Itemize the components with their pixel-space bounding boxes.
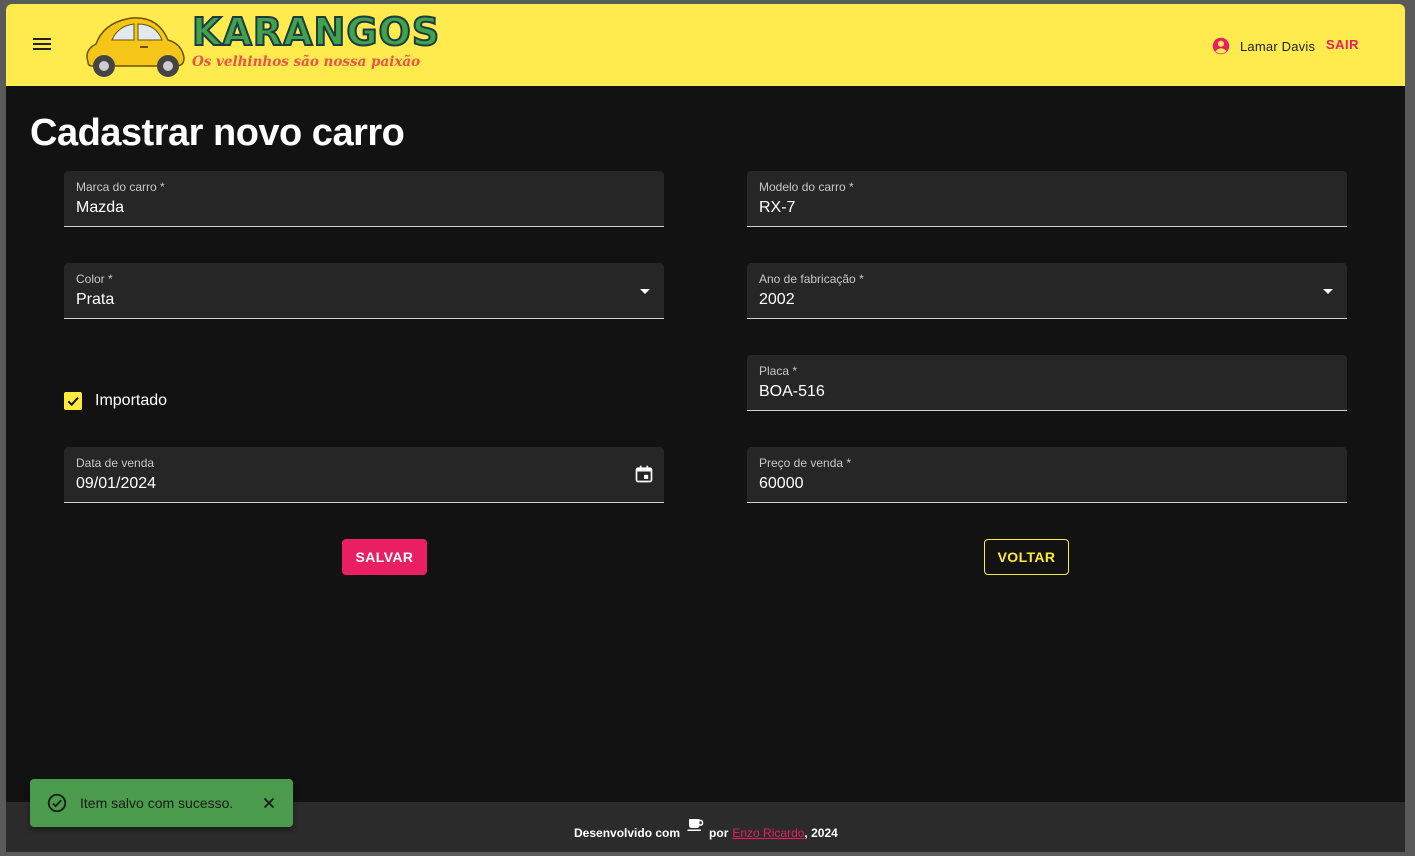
imported-checkbox[interactable]: Importado — [64, 392, 167, 410]
sale-date-label: Data de venda — [76, 456, 155, 470]
brand-subtitle: Os velhinhos são nossa paixão — [192, 54, 421, 70]
brand-title: KARANGOS — [191, 9, 441, 55]
footer-suffix: , 2024 — [804, 826, 838, 840]
year-select[interactable]: Ano de fabricação * 2002 — [747, 263, 1347, 319]
brand-logo[interactable]: KARANGOS Os velhinhos são nossa paixão — [82, 8, 440, 82]
arrow-drop-down-icon — [1323, 289, 1333, 294]
color-select[interactable]: Color * Prata — [64, 263, 664, 319]
logout-button[interactable]: SAIR — [1326, 36, 1359, 54]
check-icon — [67, 396, 79, 407]
car-logo — [86, 17, 185, 77]
plate-value: BOA-516 — [759, 383, 825, 400]
plate-field[interactable]: Placa * BOA-516 — [747, 355, 1347, 411]
year-value: 2002 — [759, 291, 795, 308]
success-snackbar: Item salvo com sucesso. — [30, 779, 293, 827]
author-link[interactable]: Enzo Ricardo — [732, 826, 804, 840]
account-circle-icon — [1212, 37, 1230, 55]
price-label: Preço de venda * — [759, 456, 852, 470]
price-field[interactable]: Preço de venda * 60000 — [747, 447, 1347, 503]
brand-field[interactable]: Marca do carro * Mazda — [64, 171, 664, 227]
close-icon[interactable] — [260, 794, 278, 812]
color-value: Prata — [76, 291, 115, 308]
year-label: Ano de fabricação * — [759, 272, 864, 286]
brand-label: Marca do carro * — [76, 180, 165, 194]
model-value: RX-7 — [759, 199, 796, 216]
imported-label: Importado — [95, 392, 168, 409]
model-label: Modelo do carro * — [759, 180, 854, 194]
brand-value: Mazda — [76, 199, 125, 216]
coffee-icon — [687, 819, 704, 831]
color-label: Color * — [76, 272, 113, 286]
page-title: Cadastrar novo carro — [30, 112, 405, 154]
app-window: KARANGOS Os velhinhos são nossa paixão L… — [6, 4, 1405, 852]
footer-by: por — [709, 826, 729, 840]
menu-icon[interactable] — [30, 32, 54, 56]
snackbar-message: Item salvo com sucesso. — [80, 795, 234, 811]
footer-prefix: Desenvolvido com — [574, 826, 681, 840]
arrow-drop-down-icon — [640, 289, 650, 294]
footer-credits: Desenvolvido com por Enzo Ricardo , 2024 — [574, 819, 838, 840]
user-name: Lamar Davis — [1240, 38, 1316, 54]
user-info: Lamar Davis — [1212, 36, 1315, 56]
plate-label: Placa * — [759, 364, 798, 378]
sale-date-field[interactable]: Data de venda 09/01/2024 — [64, 447, 664, 503]
app-bar: KARANGOS Os velhinhos são nossa paixão L… — [6, 4, 1405, 86]
sale-date-value: 09/01/2024 — [76, 475, 157, 492]
back-button[interactable]: VOLTAR — [984, 539, 1069, 575]
save-button[interactable]: SALVAR — [342, 539, 427, 575]
price-value: 60000 — [759, 475, 804, 492]
model-field[interactable]: Modelo do carro * RX-7 — [747, 171, 1347, 227]
check-circle-icon — [47, 793, 67, 813]
calendar-icon[interactable] — [634, 464, 654, 484]
checkbox-checked[interactable] — [64, 392, 82, 410]
